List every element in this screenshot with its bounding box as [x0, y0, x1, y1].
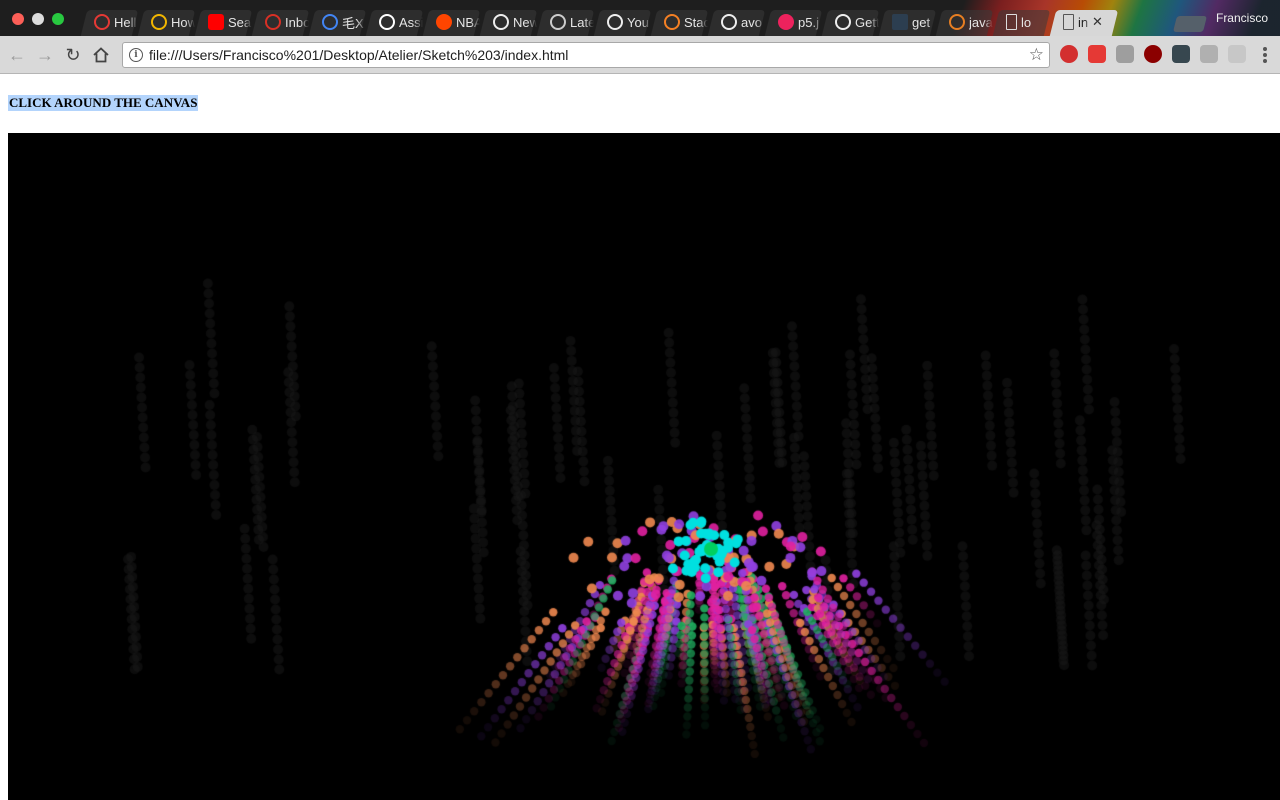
browser-tab[interactable]: Inbo	[251, 8, 310, 36]
home-button[interactable]	[90, 44, 112, 66]
dark-reader-icon[interactable]	[1172, 45, 1190, 63]
tab-close-icon[interactable]: ✕	[1092, 14, 1103, 30]
window-maximize-button[interactable]	[52, 13, 64, 25]
browser-tab[interactable]: How	[137, 8, 196, 36]
new-tab-button[interactable]	[1173, 16, 1207, 32]
window-close-button[interactable]	[12, 13, 24, 25]
browser-toolbar: ← → ↻ i file:///Users/Francisco%201/Desk…	[0, 36, 1280, 74]
p5-star-icon	[778, 14, 794, 30]
back-button[interactable]: ←	[6, 44, 28, 66]
youtube-icon	[208, 14, 224, 30]
browser-tab[interactable]: avo	[707, 8, 766, 36]
window-minimize-button[interactable]	[32, 13, 44, 25]
adblock-icon[interactable]	[1060, 45, 1078, 63]
browser-tab[interactable]: Gett	[821, 8, 880, 36]
pinboard-icon	[892, 14, 908, 30]
tab-title: lo	[1021, 14, 1032, 30]
tab-title: get	[912, 14, 931, 30]
tab-title: avo	[741, 14, 762, 30]
browser-tab[interactable]: 毛X	[308, 8, 367, 36]
arrow-left-icon: ←	[8, 44, 26, 65]
page-content: CLICK AROUND THE CANVAS	[0, 74, 1280, 800]
tab-title: Late	[570, 14, 594, 30]
browser-tab[interactable]: Stac	[650, 8, 709, 36]
browser-tab[interactable]: Hell	[80, 8, 139, 36]
stackoverflow-icon	[664, 14, 680, 30]
document-icon	[1006, 14, 1017, 30]
browser-menu-icon[interactable]	[1262, 45, 1268, 65]
browser-tab[interactable]: Sea	[194, 8, 253, 36]
reload-icon: ↻	[65, 44, 81, 65]
translate-icon[interactable]	[1116, 45, 1134, 63]
pencil-icon	[949, 14, 965, 30]
circle-dot-icon	[493, 14, 509, 30]
gmail-icon	[265, 14, 281, 30]
forward-button[interactable]: →	[34, 44, 56, 66]
tab-title: Gett	[855, 14, 879, 30]
tab-title: NBA	[456, 14, 480, 30]
ublock-icon[interactable]	[1144, 45, 1162, 63]
tab-title: java	[969, 14, 993, 30]
tab-title: Inbo	[285, 14, 309, 30]
browser-tab[interactable]: p5.j	[764, 8, 823, 36]
page-instruction: CLICK AROUND THE CANVAS	[8, 95, 199, 111]
browser-tab[interactable]: java	[935, 8, 994, 36]
browser-tab[interactable]: Assi	[365, 8, 424, 36]
browser-tab[interactable]: lo	[992, 8, 1051, 36]
browser-tab[interactable]: NBA	[422, 8, 481, 36]
address-bar[interactable]: i file:///Users/Francisco%201/Desktop/At…	[122, 42, 1050, 68]
tab-title: in	[1078, 14, 1089, 30]
document-icon	[1063, 14, 1074, 30]
cast-icon[interactable]	[1228, 45, 1246, 63]
opera-ring-icon	[94, 14, 110, 30]
info-icon[interactable]: i	[129, 48, 143, 62]
tab-list: Hell How Sea Inbo 毛X Assi NBA New Late You Stac avo…	[80, 8, 1117, 36]
sketch-canvas[interactable]	[8, 133, 1280, 800]
tab-title: Sea	[228, 14, 252, 30]
home-icon	[93, 47, 109, 63]
tab-title: New	[513, 14, 537, 30]
github-icon	[721, 14, 737, 30]
assignment-icon	[379, 14, 395, 30]
github-icon	[607, 14, 623, 30]
tab-title: Stac	[684, 14, 708, 30]
globe-icon	[151, 14, 167, 30]
tab-title: You	[627, 14, 649, 30]
tab-title: Assi	[399, 14, 423, 30]
browser-tab[interactable]: New	[479, 8, 538, 36]
tab-title: 毛X	[342, 15, 364, 31]
browser-tab[interactable]: You	[593, 8, 652, 36]
browser-tab[interactable]: in ✕	[1049, 8, 1119, 36]
tab-title: How	[171, 14, 195, 30]
extension-icons	[1060, 45, 1256, 65]
github-icon	[835, 14, 851, 30]
reload-button[interactable]: ↻	[62, 44, 84, 66]
tab-title: Hell	[114, 14, 137, 30]
particle-canvas[interactable]	[8, 133, 1280, 800]
extension-icon[interactable]	[1200, 45, 1218, 63]
pocket-icon[interactable]	[1088, 45, 1106, 63]
arrow-right-icon: →	[36, 44, 54, 65]
profile-name[interactable]: Francisco	[1216, 11, 1268, 25]
google-icon	[322, 14, 338, 30]
url-text[interactable]: file:///Users/Francisco%201/Desktop/Atel…	[149, 47, 568, 63]
quora-icon	[550, 14, 566, 30]
reddit-icon	[436, 14, 452, 30]
browser-tab[interactable]: get	[878, 8, 937, 36]
tab-title: p5.j	[798, 14, 819, 30]
tab-strip: Hell How Sea Inbo 毛X Assi NBA New Late You Stac avo…	[0, 0, 1280, 36]
browser-tab[interactable]: Late	[536, 8, 595, 36]
bookmark-star-icon[interactable]: ☆	[1029, 45, 1044, 65]
